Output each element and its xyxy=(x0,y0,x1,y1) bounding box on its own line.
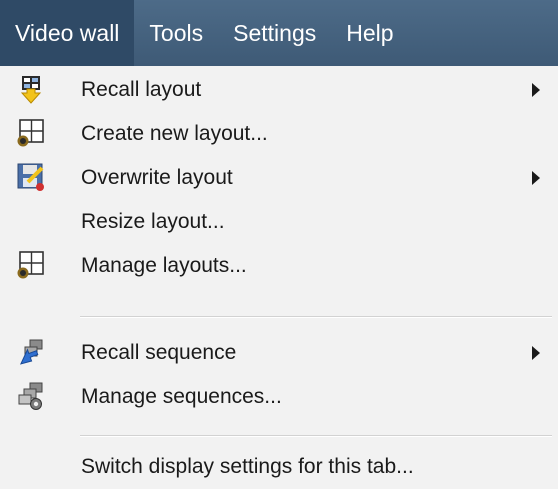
submenu-arrow-icon xyxy=(532,83,540,97)
recall-sequence-icon xyxy=(20,339,43,365)
menu-item-label: Overwrite layout xyxy=(81,166,233,189)
menubar-help[interactable]: Help xyxy=(331,0,408,66)
submenu-arrow-icon xyxy=(532,346,540,360)
menu-bar: Video wall Tools Settings Help xyxy=(0,0,558,66)
menu-item-manage-sequences[interactable]: Manage sequences... xyxy=(0,375,558,419)
menu-separator xyxy=(80,435,552,437)
menu-separator xyxy=(80,316,552,318)
recall-layout-icon xyxy=(20,76,42,104)
menu-item-recall-sequence[interactable]: Recall sequence xyxy=(0,331,558,375)
manage-layouts-icon xyxy=(17,251,44,279)
video-wall-dropdown-menu: Recall layout Create new layout... Overw… xyxy=(0,66,558,489)
save-overwrite-icon xyxy=(17,163,44,191)
menubar-video-wall[interactable]: Video wall xyxy=(0,0,135,66)
menu-item-recall-layout[interactable]: Recall layout xyxy=(0,68,558,112)
menu-item-manage-layouts[interactable]: Manage layouts... xyxy=(0,244,558,288)
menu-item-label: Recall sequence xyxy=(81,341,237,364)
manage-sequences-icon xyxy=(18,382,43,410)
menu-item-resize-layout[interactable]: Resize layout... xyxy=(0,200,558,244)
menubar-settings[interactable]: Settings xyxy=(218,0,331,66)
menu-item-label: Manage sequences... xyxy=(81,385,282,408)
menu-item-label: Switch display settings for this tab... xyxy=(81,455,414,478)
menu-item-label: Recall layout xyxy=(81,78,202,101)
create-layout-icon xyxy=(17,119,44,147)
menu-item-overwrite-layout[interactable]: Overwrite layout xyxy=(0,156,558,200)
menu-item-label: Manage layouts... xyxy=(81,254,247,277)
menu-item-label: Resize layout... xyxy=(81,210,225,233)
menu-item-switch-display-settings[interactable]: Switch display settings for this tab... xyxy=(0,445,558,489)
submenu-arrow-icon xyxy=(532,171,540,185)
menubar-tools[interactable]: Tools xyxy=(134,0,218,66)
menu-item-label: Create new layout... xyxy=(81,122,268,145)
menu-item-create-new-layout[interactable]: Create new layout... xyxy=(0,112,558,156)
